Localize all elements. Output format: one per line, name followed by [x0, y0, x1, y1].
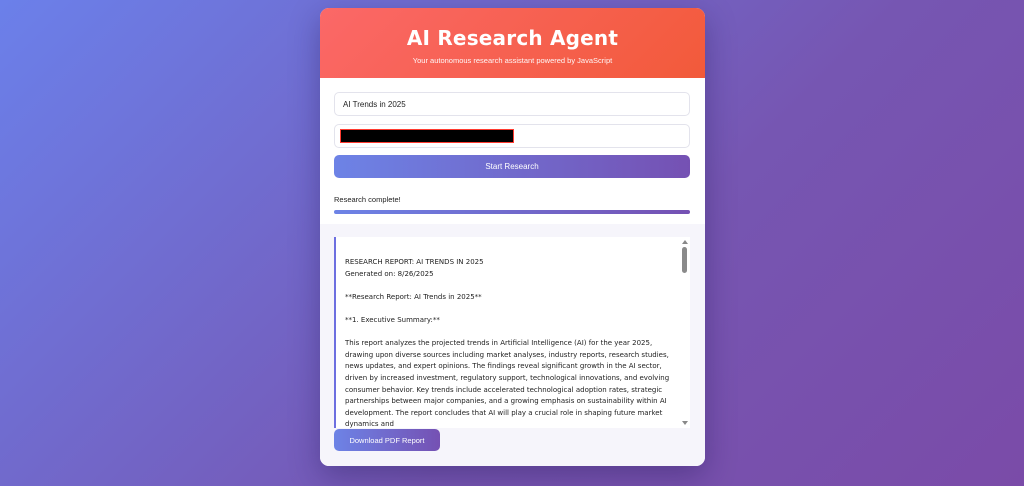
scroll-up-arrow-icon[interactable]: [682, 240, 688, 244]
scroll-down-arrow-icon[interactable]: [682, 421, 688, 425]
redacted-box: [340, 129, 514, 143]
download-pdf-button[interactable]: Download PDF Report: [334, 429, 440, 451]
report-output[interactable]: RESEARCH REPORT: AI TRENDS IN 2025 Gener…: [334, 237, 690, 428]
app-subtitle: Your autonomous research assistant power…: [412, 56, 613, 65]
start-research-button[interactable]: Start Research: [334, 155, 690, 178]
results-section: RESEARCH REPORT: AI TRENDS IN 2025 Gener…: [320, 224, 705, 466]
report-paragraph: RESEARCH REPORT: AI TRENDS IN 2025 Gener…: [345, 258, 484, 278]
report-scrollbar[interactable]: [680, 237, 690, 428]
research-card: AI Research Agent Your autonomous resear…: [320, 8, 705, 466]
app-title: AI Research Agent: [406, 26, 619, 50]
api-key-input[interactable]: [334, 124, 690, 148]
status-text: Research complete!: [334, 195, 401, 204]
topic-input[interactable]: [334, 92, 690, 116]
progress-fill: [334, 210, 690, 214]
report-paragraph: This report analyzes the projected trend…: [345, 339, 670, 428]
app-header: AI Research Agent Your autonomous resear…: [320, 8, 705, 78]
scroll-thumb[interactable]: [682, 247, 687, 273]
progress-bar: [334, 210, 690, 214]
report-paragraph: **Research Report: AI Trends in 2025**: [345, 292, 482, 301]
report-text: RESEARCH REPORT: AI TRENDS IN 2025 Gener…: [336, 237, 690, 428]
research-form: Start Research Research complete!: [320, 78, 705, 214]
report-paragraph: **1. Executive Summary:**: [345, 315, 440, 324]
